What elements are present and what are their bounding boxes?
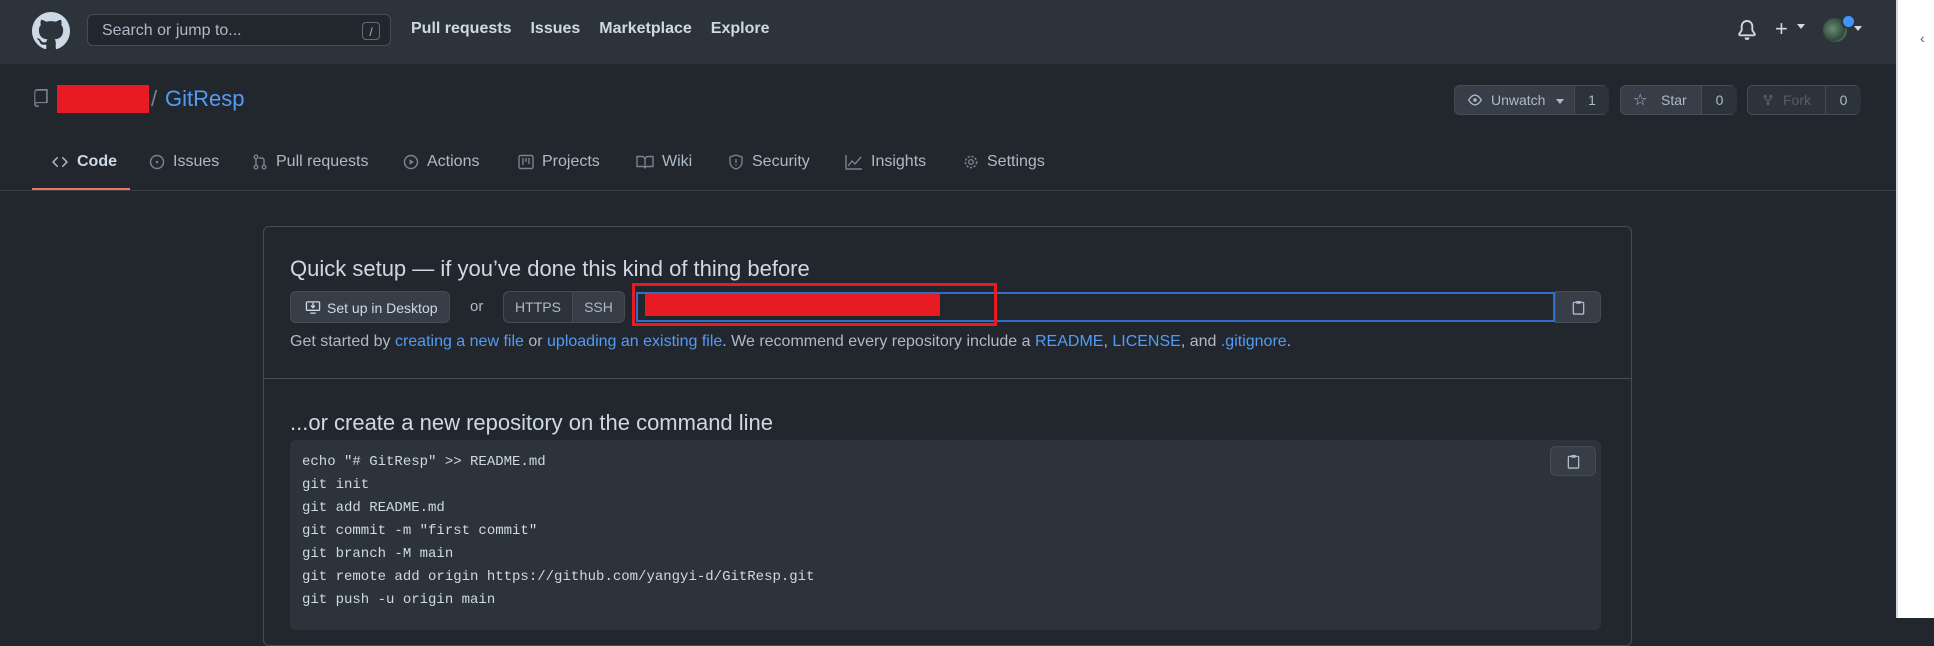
shield-icon (729, 154, 743, 170)
setup-desktop-label: Set up in Desktop (327, 300, 438, 316)
search-placeholder: Search or jump to... (102, 22, 242, 39)
create-new-plus-icon[interactable]: + (1775, 18, 1788, 40)
unwatch-button[interactable]: Unwatch 1 (1454, 85, 1609, 115)
repo-path-separator: / (151, 86, 158, 111)
code-line: git init (302, 477, 370, 493)
tab-insights[interactable]: Insights (845, 153, 926, 171)
star-label: Star (1661, 92, 1687, 108)
active-tab-indicator (32, 188, 130, 190)
annotation-highlight-box (632, 283, 997, 326)
search-input[interactable]: Search or jump to... / (87, 14, 391, 46)
tab-settings-label: Settings (987, 153, 1045, 170)
setup-desktop-button[interactable]: Set up in Desktop (290, 291, 450, 323)
recommend-text: . We recommend every repository include … (722, 333, 1035, 350)
and-text: , and (1180, 333, 1221, 350)
tab-actions[interactable]: Actions (403, 153, 479, 171)
comma-text: , (1103, 333, 1113, 350)
create-new-file-link[interactable]: creating a new file (395, 333, 524, 350)
code-line: git add README.md (302, 500, 445, 516)
side-panel-strip (1896, 0, 1934, 618)
code-line: git push -u origin main (302, 592, 496, 608)
side-panel-border (1896, 0, 1898, 618)
star-count: 0 (1701, 86, 1737, 114)
command-code-lines: echo "# GitResp" >> README.md git init git… (302, 451, 814, 612)
clipboard-icon (1572, 300, 1585, 315)
tab-actions-label: Actions (427, 153, 480, 170)
book-icon (636, 155, 654, 169)
nav-pull-requests[interactable]: Pull requests (411, 20, 511, 38)
graph-icon (845, 155, 862, 170)
search-shortcut-badge: / (362, 22, 380, 40)
code-line: echo "# GitResp" >> README.md (302, 454, 546, 470)
get-started-or: or (523, 333, 548, 350)
get-started-prefix: Get started by (290, 333, 395, 350)
copy-commands-button[interactable] (1550, 446, 1596, 476)
tab-code-label: Code (77, 153, 117, 170)
watch-caret-icon (1556, 99, 1564, 104)
fork-count: 0 (1825, 86, 1861, 114)
command-line-title: ...or create a new repository on the com… (290, 410, 774, 435)
plus-caret-icon[interactable] (1797, 24, 1805, 29)
global-nav: Pull requests Issues Marketplace Explore (411, 20, 788, 38)
code-icon (52, 156, 68, 168)
avatar-caret-icon[interactable] (1854, 26, 1862, 31)
issue-icon (149, 154, 165, 170)
repo-tabs: Code Issues Pull requests Actions Projec… (0, 140, 1896, 191)
tab-insights-label: Insights (871, 153, 927, 170)
nav-explore[interactable]: Explore (711, 20, 770, 38)
play-icon (403, 154, 419, 170)
tab-security-label: Security (752, 153, 810, 170)
license-link[interactable]: LICENSE (1112, 333, 1180, 350)
https-button[interactable]: HTTPS (504, 292, 573, 322)
eye-icon (1468, 94, 1482, 106)
tab-pull-requests[interactable]: Pull requests (252, 153, 369, 171)
or-text: or (470, 298, 484, 315)
nav-issues[interactable]: Issues (530, 20, 580, 38)
repo-icon (34, 89, 48, 107)
unwatch-label: Unwatch (1491, 92, 1546, 108)
tab-projects-label: Projects (542, 153, 600, 170)
tab-issues-label: Issues (173, 153, 220, 170)
repo-name-link[interactable]: GitResp (165, 86, 244, 112)
get-started-text: Get started by creating a new file or up… (290, 333, 1291, 351)
upload-file-link[interactable]: uploading an existing file (547, 333, 722, 350)
tab-pull-requests-label: Pull requests (276, 153, 369, 170)
watch-count: 1 (1574, 86, 1609, 114)
global-header: Search or jump to... / Pull requests Iss… (0, 0, 1896, 64)
ssh-button[interactable]: SSH (572, 292, 625, 322)
copy-url-button[interactable] (1555, 291, 1601, 323)
tab-issues[interactable]: Issues (149, 153, 219, 171)
star-icon: ☆ (1633, 92, 1648, 109)
gear-icon (964, 155, 978, 169)
tab-settings[interactable]: Settings (963, 153, 1045, 171)
quick-setup-title: Quick setup — if you’ve done this kind o… (290, 256, 810, 281)
clipboard-icon (1567, 454, 1580, 469)
tab-code[interactable]: Code (51, 153, 117, 171)
project-icon (518, 154, 534, 170)
code-line: git remote add origin https://github.com… (302, 569, 815, 585)
section-divider (264, 378, 1631, 379)
bell-icon[interactable] (1737, 19, 1757, 41)
desktop-download-icon (305, 301, 321, 314)
pull-request-icon (253, 154, 267, 170)
tab-wiki-label: Wiki (662, 153, 693, 170)
tab-wiki[interactable]: Wiki (636, 153, 692, 171)
tab-security[interactable]: Security (728, 153, 810, 171)
code-line: git commit -m "first commit" (302, 523, 538, 539)
code-line: git branch -M main (302, 546, 454, 562)
owner-name-redacted[interactable] (57, 85, 149, 113)
fork-button[interactable]: Fork 0 (1747, 85, 1861, 115)
github-logo-icon[interactable] (32, 12, 70, 50)
star-button[interactable]: ☆ Star 0 (1620, 85, 1737, 115)
fork-icon (1763, 94, 1773, 106)
tab-projects[interactable]: Projects (518, 153, 600, 171)
readme-link[interactable]: README (1035, 333, 1103, 350)
nav-marketplace[interactable]: Marketplace (599, 20, 692, 38)
period-text: . (1286, 333, 1292, 350)
protocol-toggle: HTTPS SSH (503, 291, 625, 323)
fork-label: Fork (1783, 92, 1811, 108)
gitignore-link[interactable]: .gitignore (1221, 333, 1287, 350)
chevron-left-icon[interactable]: ‹ (1920, 30, 1925, 46)
